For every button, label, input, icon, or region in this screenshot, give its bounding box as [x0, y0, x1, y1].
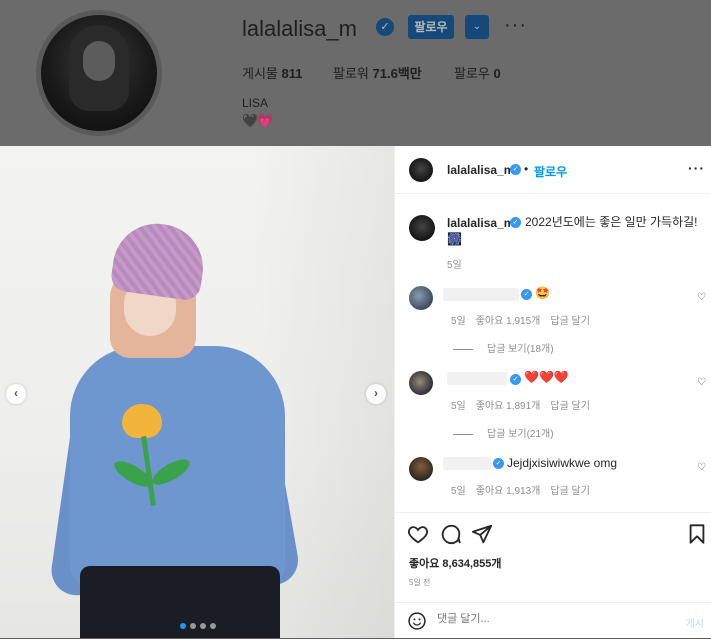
bio-emoji: 🖤💗: [242, 113, 273, 128]
caption-author[interactable]: lalalalisa_m: [447, 216, 514, 230]
comment-meta: 5일 좋아요 1,913개 답글 달기: [451, 482, 600, 497]
view-replies-label: 답글 보기(21개): [487, 429, 554, 440]
profile-header: lalalalisa_m ✓ 팔로우 ⌄ ··· 게시물 811 팔로워 71.…: [0, 0, 711, 146]
comment-meta: 5일 좋아요 1,891개 답글 달기: [451, 397, 600, 412]
verified-badge-icon: ✓: [510, 217, 521, 228]
verified-badge-icon: ✓: [510, 374, 521, 385]
comment-time: 5일: [451, 401, 466, 412]
verified-badge-icon: ✓: [521, 289, 532, 300]
comment-text: 🤩: [535, 286, 550, 300]
caption-time: 5일: [447, 260, 462, 271]
comment-box: 게시: [395, 602, 711, 639]
heart-icon[interactable]: ♡: [697, 462, 706, 473]
followers-stat[interactable]: 팔로워 71.6백만: [333, 63, 422, 82]
dot-separator: •: [524, 162, 529, 176]
likes-count[interactable]: 좋아요 8,634,855개: [409, 555, 501, 571]
following-label: 팔로우: [454, 66, 490, 81]
carousel-indicator: [180, 623, 216, 629]
chevron-left-icon[interactable]: ‹: [6, 384, 26, 404]
bio-name: LISA: [242, 96, 269, 110]
followers-count: 71.6백만: [372, 66, 422, 81]
post-time: 5일 전: [409, 578, 431, 587]
redacted-username: [443, 457, 491, 470]
comment-text: ❤️❤️❤️: [524, 370, 569, 384]
post-side-panel: lalalalisa_m ✓ • 팔로우 ··· lalalalisa_m ✓ …: [394, 146, 711, 638]
post-actions: 좋아요 8,634,855개 5일 전 게시: [395, 512, 711, 638]
carousel-dot: [190, 623, 196, 629]
avatar[interactable]: [409, 215, 435, 241]
caption-text: 2022년도에는 좋은 일만 가득하길!: [525, 215, 698, 229]
post-author[interactable]: lalalalisa_m: [447, 163, 514, 177]
comment-input[interactable]: [437, 613, 637, 625]
chevron-right-icon[interactable]: ›: [366, 384, 386, 404]
post-photo[interactable]: ‹ ›: [0, 146, 394, 638]
comment-time: 5일: [451, 316, 466, 327]
comment-likes[interactable]: 좋아요 1,913개: [476, 486, 541, 497]
verified-badge-icon: ✓: [376, 18, 394, 36]
posts-count: 811: [281, 66, 303, 81]
reply-button[interactable]: 답글 달기: [550, 486, 590, 497]
comment-meta: 5일 좋아요 1,915개 답글 달기: [451, 312, 600, 327]
carousel-dot: [210, 623, 216, 629]
posts-stat[interactable]: 게시물 811: [242, 63, 303, 82]
heart-icon[interactable]: [407, 523, 429, 545]
post-header: lalalalisa_m ✓ • 팔로우 ···: [395, 146, 711, 194]
view-replies-button[interactable]: 답글 보기(21개): [453, 425, 554, 440]
view-replies-label: 답글 보기(18개): [487, 344, 554, 355]
verified-badge-icon: ✓: [510, 164, 521, 175]
following-count: 0: [493, 66, 501, 81]
caption-emoji: 🎆: [447, 232, 462, 246]
comment-icon[interactable]: [440, 523, 462, 545]
post-modal: ‹ › lalalalisa_m ✓ • 팔로우 ··· lalalalisa_…: [0, 146, 711, 638]
profile-avatar[interactable]: [36, 10, 162, 136]
view-replies-button[interactable]: 답글 보기(18개): [453, 340, 554, 355]
avatar[interactable]: [409, 286, 433, 310]
redacted-username: [443, 288, 519, 301]
posts-label: 게시물: [242, 66, 278, 81]
comment-likes[interactable]: 좋아요 1,915개: [476, 316, 541, 327]
comment-likes[interactable]: 좋아요 1,891개: [476, 401, 541, 412]
redacted-username: [447, 372, 507, 385]
more-options-icon[interactable]: ···: [688, 160, 705, 176]
verified-badge-icon: ✓: [493, 458, 504, 469]
reply-button[interactable]: 답글 달기: [550, 401, 590, 412]
bookmark-icon[interactable]: [686, 523, 708, 545]
avatar[interactable]: [409, 371, 433, 395]
followers-label: 팔로워: [333, 66, 369, 81]
chevron-down-icon[interactable]: ⌄: [465, 15, 489, 39]
heart-icon[interactable]: ♡: [697, 377, 706, 388]
comment-text: Jejdjxisiwiwkwe omg: [507, 456, 618, 470]
post-comment-button[interactable]: 게시: [686, 615, 704, 630]
avatar[interactable]: [409, 457, 433, 481]
profile-username: lalalalisa_m: [242, 16, 357, 41]
share-icon[interactable]: [471, 523, 493, 545]
carousel-dot: [180, 623, 186, 629]
reply-button[interactable]: 답글 달기: [550, 316, 590, 327]
carousel-dot: [200, 623, 206, 629]
avatar[interactable]: [409, 158, 433, 182]
post-follow-button[interactable]: 팔로우: [534, 163, 567, 180]
emoji-icon[interactable]: [407, 611, 427, 631]
comment-time: 5일: [451, 486, 466, 497]
heart-icon[interactable]: ♡: [697, 292, 706, 303]
more-options-icon[interactable]: ···: [504, 14, 527, 37]
profile-follow-button[interactable]: 팔로우: [408, 15, 454, 39]
following-stat[interactable]: 팔로우 0: [454, 63, 501, 82]
